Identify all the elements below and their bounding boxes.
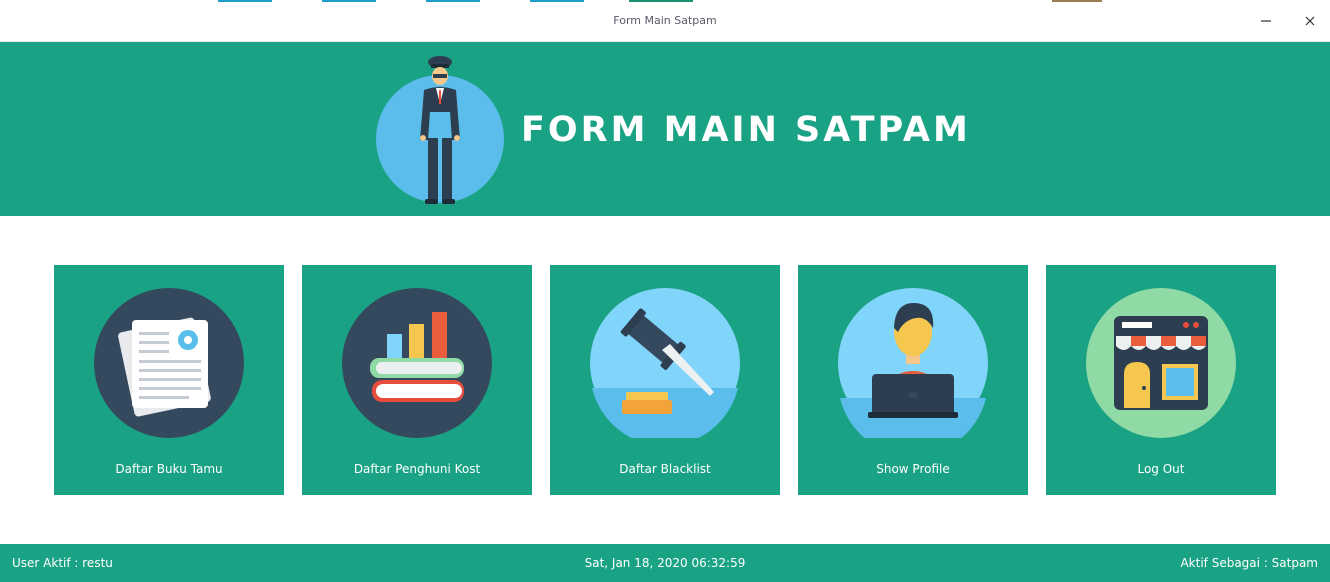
window-title: Form Main Satpam: [613, 14, 717, 27]
status-bar: User Aktif : restu Sat, Jan 18, 2020 06:…: [0, 544, 1330, 582]
taskbar-strip: [1052, 0, 1102, 2]
tile-log-out[interactable]: Log Out: [1046, 265, 1276, 495]
user-laptop-icon: [838, 288, 988, 438]
taskbar-strip: [629, 0, 693, 2]
active-role-label: Aktif Sebagai : Satpam: [1180, 556, 1318, 570]
page-title: FORM MAIN SATPAM: [521, 110, 971, 150]
tile-label: Daftar Blacklist: [619, 462, 711, 476]
tile-daftar-penghuni-kost[interactable]: Daftar Penghuni Kost: [302, 265, 532, 495]
tile-label: Log Out: [1137, 462, 1185, 476]
datetime-label: Sat, Jan 18, 2020 06:32:59: [584, 556, 746, 570]
close-button[interactable]: [1294, 8, 1326, 34]
header-banner: FORM MAIN SATPAM: [0, 42, 1330, 216]
taskbar-strip: [530, 0, 584, 2]
taskbar-strip: [322, 0, 376, 2]
tile-label: Daftar Penghuni Kost: [353, 462, 481, 476]
tile-daftar-blacklist[interactable]: Daftar Blacklist: [550, 265, 780, 495]
tile-label: Daftar Buku Tamu: [115, 462, 223, 476]
storefront-icon: [1086, 288, 1236, 438]
books-chart-icon: [342, 288, 492, 438]
tile-label: Show Profile: [876, 462, 950, 476]
gavel-icon: [590, 288, 740, 438]
taskbar-strip: [218, 0, 272, 2]
window-titlebar: Form Main Satpam: [0, 0, 1330, 42]
tile-daftar-buku-tamu[interactable]: Daftar Buku Tamu: [54, 265, 284, 495]
close-icon: [1305, 16, 1315, 26]
security-guard-icon: [376, 56, 504, 204]
minimize-icon: [1261, 20, 1271, 22]
minimize-button[interactable]: [1250, 8, 1282, 34]
guestbook-document-icon: [94, 288, 244, 438]
taskbar-strip: [426, 0, 480, 2]
tile-show-profile[interactable]: Show Profile: [798, 265, 1028, 495]
